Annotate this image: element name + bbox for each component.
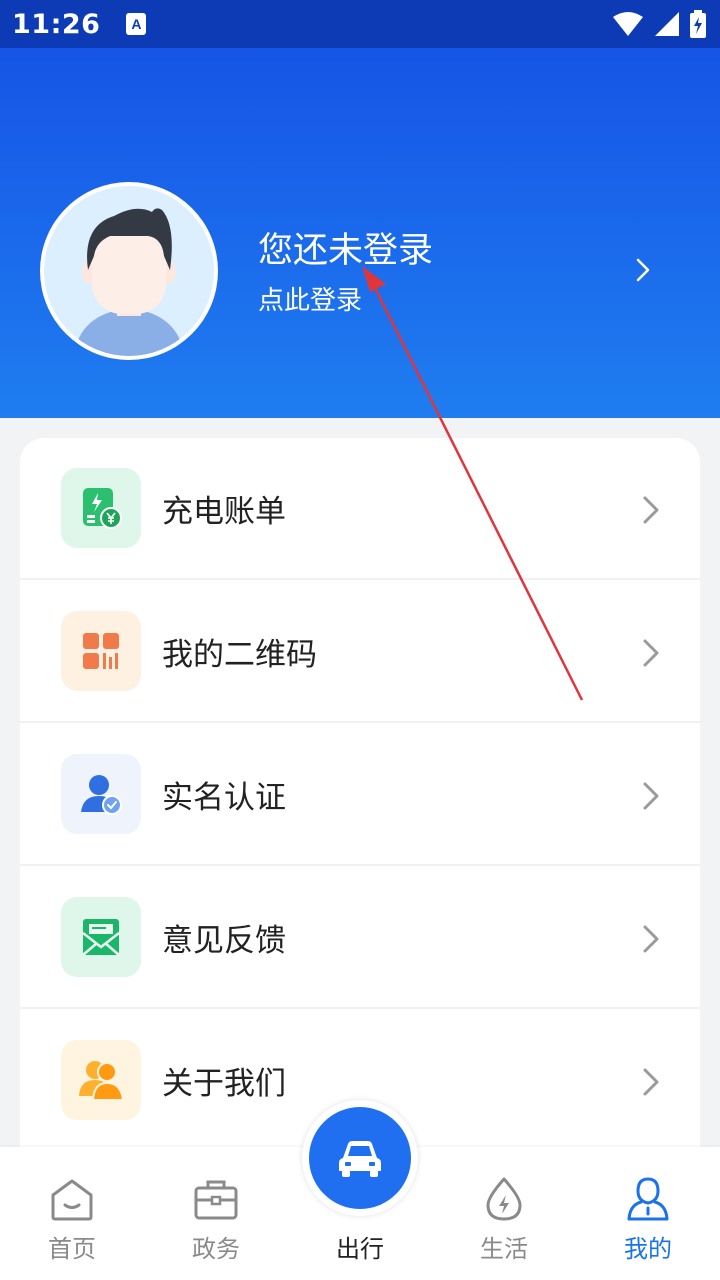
avatar-image bbox=[44, 186, 214, 356]
briefcase-icon bbox=[194, 1180, 238, 1220]
battery-icon bbox=[690, 10, 706, 38]
nav-tab-life[interactable]: 生活 bbox=[432, 1147, 576, 1280]
chevron-right-icon bbox=[643, 1068, 659, 1096]
menu-card: 充电账单 我的二维码 实名认证 意见反馈 关于我们 bbox=[20, 438, 700, 1178]
avatar[interactable] bbox=[40, 182, 218, 360]
nav-label: 出行 bbox=[336, 1235, 384, 1263]
nav-tab-government[interactable]: 政务 bbox=[144, 1147, 288, 1280]
water-drop-icon bbox=[486, 1177, 522, 1221]
status-bar: 11:26 A bbox=[0, 0, 720, 48]
charging-bill-icon bbox=[61, 468, 141, 548]
menu-label: 实名认证 bbox=[162, 780, 286, 816]
feedback-mail-icon bbox=[61, 897, 141, 977]
chevron-right-icon bbox=[643, 782, 659, 810]
travel-center-button[interactable] bbox=[302, 1100, 418, 1216]
travel-center-button-inner bbox=[309, 1107, 411, 1209]
user-icon bbox=[627, 1177, 669, 1221]
menu-item-real-name-verification[interactable]: 实名认证 bbox=[20, 724, 700, 866]
menu-label: 我的二维码 bbox=[162, 637, 317, 673]
home-icon bbox=[51, 1179, 93, 1221]
menu-label: 意见反馈 bbox=[162, 923, 286, 959]
nav-label: 生活 bbox=[480, 1235, 528, 1263]
signal-icon bbox=[655, 12, 679, 36]
verified-user-icon bbox=[61, 754, 141, 834]
status-time: 11:26 bbox=[12, 8, 101, 40]
header-chevron-right-icon[interactable] bbox=[632, 254, 656, 286]
login-subtitle[interactable]: 点此登录 bbox=[258, 280, 362, 317]
profile-header[interactable]: 您还未登录 点此登录 bbox=[0, 48, 720, 418]
car-icon bbox=[339, 1141, 381, 1177]
chevron-right-icon bbox=[643, 639, 659, 667]
menu-item-qrcode[interactable]: 我的二维码 bbox=[20, 581, 700, 723]
chevron-right-icon bbox=[643, 925, 659, 953]
status-icons bbox=[612, 10, 706, 38]
notification-a-icon: A bbox=[126, 13, 147, 35]
menu-label: 关于我们 bbox=[162, 1066, 286, 1102]
nav-tab-mine[interactable]: 我的 bbox=[576, 1147, 720, 1280]
menu-item-feedback[interactable]: 意见反馈 bbox=[20, 867, 700, 1009]
chevron-right-icon bbox=[643, 496, 659, 524]
nav-label: 政务 bbox=[192, 1235, 240, 1263]
nav-label: 首页 bbox=[48, 1235, 96, 1263]
qrcode-icon bbox=[61, 611, 141, 691]
menu-label: 充电账单 bbox=[162, 494, 286, 530]
login-title[interactable]: 您还未登录 bbox=[258, 222, 433, 273]
nav-label: 我的 bbox=[624, 1235, 672, 1263]
wifi-icon bbox=[613, 12, 643, 36]
about-us-icon bbox=[61, 1040, 141, 1120]
menu-item-charging-bill[interactable]: 充电账单 bbox=[20, 438, 700, 580]
nav-tab-home[interactable]: 首页 bbox=[0, 1147, 144, 1280]
